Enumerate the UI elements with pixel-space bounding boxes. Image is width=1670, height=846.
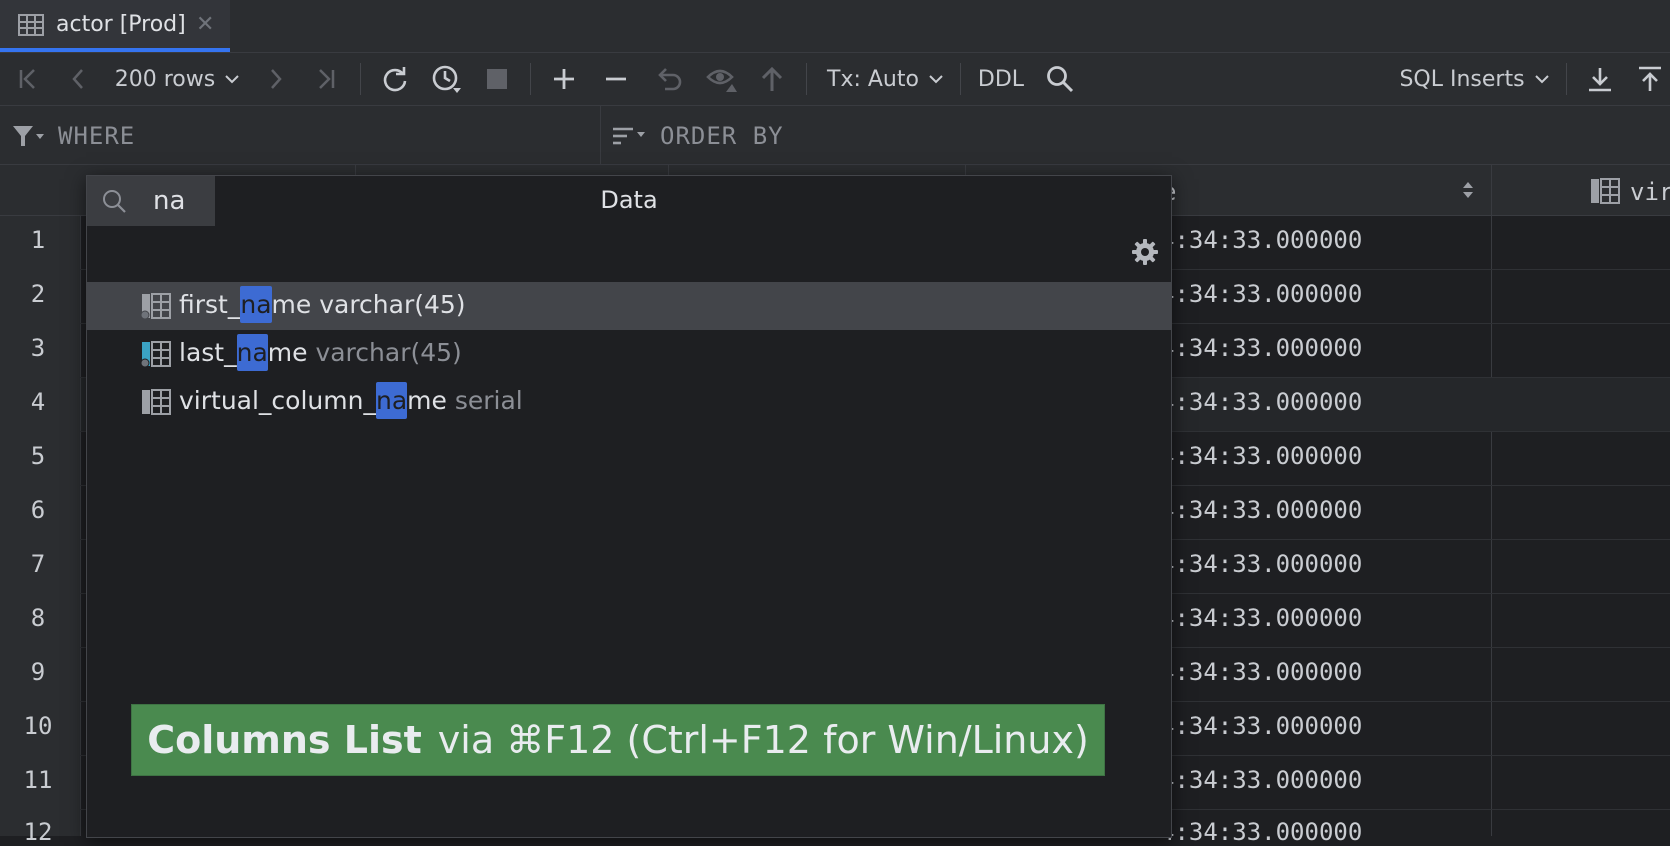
column-list-item[interactable]: last_name varchar(45) [87,330,1171,378]
tab-actor[interactable]: actor [Prod] ✕ [0,0,230,52]
column-name: virtual_column_name serial [179,382,523,419]
column-icon [141,341,171,367]
search-icon [103,190,126,213]
column-name: first_name varchar(45) [179,286,466,323]
download-icon[interactable] [1584,53,1616,105]
order-by-input[interactable]: ORDER BY [660,122,784,150]
popup-search-field[interactable]: na [87,176,215,226]
transaction-mode-label: Tx: Auto [827,66,919,92]
where-filter-input[interactable]: WHERE [58,122,135,150]
filter-bar: WHERE ORDER BY [0,106,1670,165]
close-icon[interactable]: ✕ [196,12,214,37]
shortcut-banner: Columns List via ⌘F12 (Ctrl+F12 for Win/… [131,704,1105,776]
table-cell[interactable]: 4:34:33.000000 [1160,658,1362,686]
toolbar-separator [530,63,531,95]
sort-toggle-icon[interactable] [1462,180,1474,200]
refresh-icon[interactable] [378,53,412,105]
table-icon [18,14,44,36]
export-format-label: SQL Inserts [1399,66,1525,92]
row-number[interactable]: 5 [0,442,76,470]
table-cell[interactable]: 4:34:33.000000 [1160,226,1362,254]
transaction-mode-dropdown[interactable]: Tx: Auto [826,53,944,105]
row-number[interactable]: 8 [0,604,76,632]
next-page-icon[interactable] [260,53,292,105]
table-cell[interactable]: 4:34:33.000000 [1160,550,1362,578]
filter-icon[interactable] [12,124,44,148]
tab-active-indicator [0,48,230,52]
upload-icon[interactable] [1634,53,1666,105]
table-cell[interactable]: 4:34:33.000000 [1160,604,1362,632]
add-row-icon[interactable] [548,53,580,105]
export-format-dropdown[interactable]: SQL Inserts [1398,53,1550,105]
filter-divider [600,106,601,164]
search-icon[interactable] [1044,53,1076,105]
row-number[interactable]: 4 [0,388,76,416]
popup-title: Data [600,186,658,214]
toolbar-separator [960,63,961,95]
toolbar-separator [806,63,807,95]
toolbar-separator [1566,63,1567,95]
table-cell[interactable]: 4:34:33.000000 [1160,442,1362,470]
chevron-down-icon [1534,75,1549,84]
virtual-column-icon [142,389,171,415]
virtual-column-icon [1591,178,1620,204]
gear-icon[interactable] [1131,238,1159,266]
first-page-icon[interactable] [12,53,44,105]
history-icon[interactable] [428,53,466,105]
column-list-item[interactable]: virtual_column_name serial [87,378,1171,426]
table-cell[interactable]: 4:34:33.000000 [1160,496,1362,524]
previous-page-icon[interactable] [62,53,94,105]
toolbar-separator [360,63,361,95]
column-list-item[interactable]: first_name varchar(45) [87,282,1171,330]
stop-icon[interactable] [482,53,512,105]
row-number[interactable]: 12 [0,818,76,846]
sort-icon[interactable] [612,126,646,148]
row-number[interactable]: 2 [0,280,76,308]
ddl-label: DDL [977,66,1025,92]
banner-title: Columns List [147,718,422,762]
tab-bar: actor [Prod] ✕ [0,0,1670,53]
table-cell[interactable]: 4:34:33.000000 [1160,334,1362,362]
row-number[interactable]: 1 [0,226,76,254]
last-page-icon[interactable] [310,53,342,105]
preview-changes-icon[interactable] [704,53,740,105]
delete-row-icon[interactable] [600,53,632,105]
rows-per-page-label: 200 rows [114,66,216,92]
rows-per-page-dropdown[interactable]: 200 rows [112,53,242,105]
chevron-down-icon [225,75,239,84]
table-cell[interactable]: 4:34:33.000000 [1160,388,1362,416]
column-icon [141,293,171,319]
row-number[interactable]: 10 [0,712,76,740]
row-number[interactable]: 7 [0,550,76,578]
banner-shortcut-text: via ⌘F12 (Ctrl+F12 for Win/Linux) [437,718,1089,762]
row-number[interactable]: 6 [0,496,76,524]
row-number[interactable]: 9 [0,658,76,686]
table-cell[interactable]: 4:34:33.000000 [1160,280,1362,308]
table-cell[interactable]: 4:34:33.000000 [1160,766,1362,794]
row-number[interactable]: 11 [0,766,76,794]
toolbar: 200 rows Tx: Auto DDL SQL Inserts [0,53,1670,106]
chevron-down-icon [929,75,943,84]
revert-icon[interactable] [652,53,686,105]
submit-icon[interactable] [756,53,788,105]
column-divider [1491,165,1492,836]
row-number[interactable]: 3 [0,334,76,362]
column-name: last_name varchar(45) [179,334,462,371]
table-cell[interactable]: 4:34:33.000000 [1160,712,1362,740]
column-header-virtual-column[interactable]: vir [1630,178,1670,206]
row-number-gutter [0,216,81,836]
popup-search-value: na [153,186,186,216]
ddl-button[interactable]: DDL [976,53,1026,105]
tab-title: actor [Prod] [56,12,186,37]
table-cell[interactable]: 4:34:33.000000 [1160,818,1362,846]
